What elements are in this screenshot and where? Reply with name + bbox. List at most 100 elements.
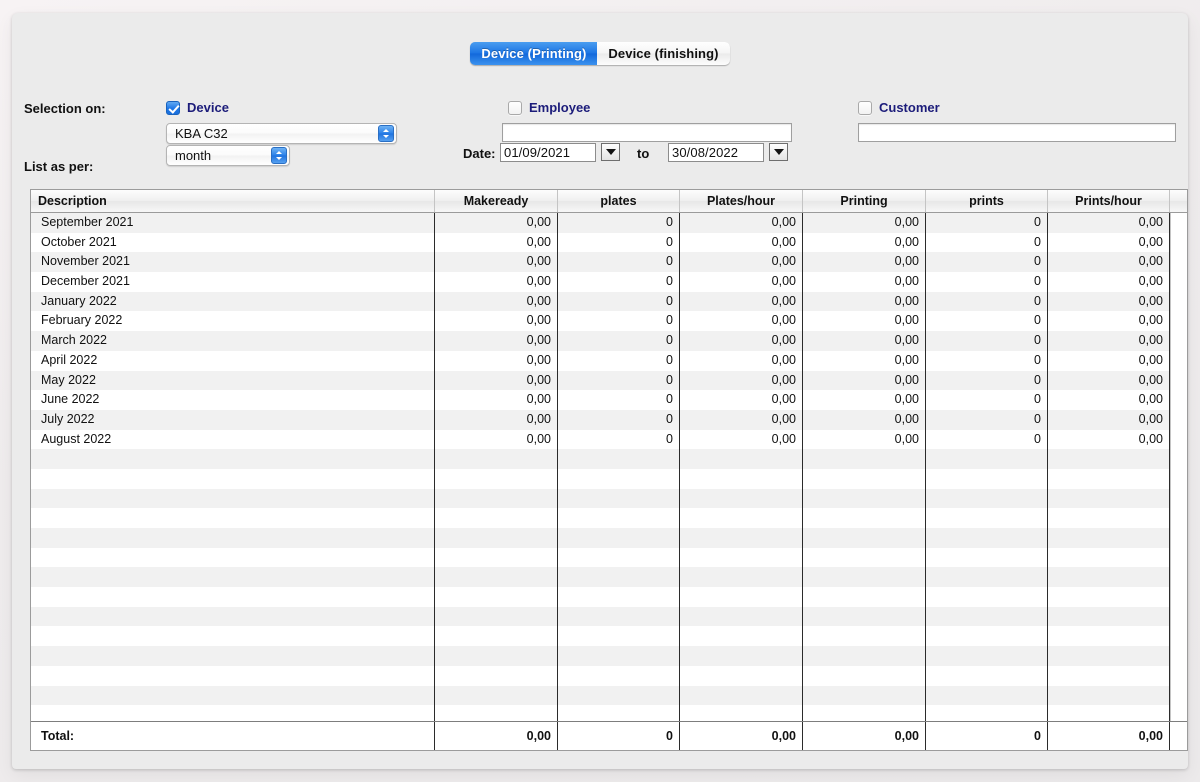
column-header-plates[interactable]: plates <box>558 190 680 212</box>
table-row[interactable] <box>31 646 1187 666</box>
cell-prints: 0 <box>926 331 1048 351</box>
cell-plates_hour <box>680 606 803 627</box>
cell-makeready: 0,00 <box>435 291 558 312</box>
cell-description <box>31 606 435 627</box>
cell-prints <box>926 567 1048 588</box>
cell-plates_hour: 0,00 <box>680 311 803 332</box>
table-row[interactable] <box>31 567 1187 588</box>
device-checkbox-row[interactable]: Device <box>166 100 229 115</box>
date-from-dropdown-button[interactable] <box>601 143 620 161</box>
table-row[interactable]: November 2021 0,00 0 0,00 0,00 0 0,00 <box>31 252 1187 273</box>
total-plates_hour: 0,00 <box>680 722 803 750</box>
date-to-dropdown-button[interactable] <box>769 143 788 161</box>
table-row[interactable]: February 2022 0,00 0 0,00 0,00 0 0,00 <box>31 311 1187 332</box>
column-header-description[interactable]: Description <box>31 190 435 212</box>
column-header-prints[interactable]: prints <box>926 190 1048 212</box>
cell-plates_hour <box>680 528 803 548</box>
cell-printing <box>803 488 926 509</box>
table-row[interactable] <box>31 547 1187 568</box>
cell-prints <box>926 488 1048 509</box>
date-to-input[interactable]: 30/08/2022 <box>668 143 764 162</box>
table-row[interactable] <box>31 488 1187 509</box>
table-row[interactable] <box>31 626 1187 647</box>
cell-makeready <box>435 587 558 607</box>
cell-plates_hour: 0,00 <box>680 232 803 253</box>
cell-plates <box>558 685 680 706</box>
table-row[interactable]: June 2022 0,00 0 0,00 0,00 0 0,00 <box>31 390 1187 410</box>
column-header-prints_hour[interactable]: Prints/hour <box>1048 190 1170 212</box>
cell-plates_hour <box>680 705 803 721</box>
employee-checkbox-row[interactable]: Employee <box>508 100 590 115</box>
cell-prints_hour: 0,00 <box>1048 213 1170 233</box>
cell-plates: 0 <box>558 272 680 292</box>
cell-plates_hour: 0,00 <box>680 409 803 430</box>
table-row[interactable] <box>31 508 1187 528</box>
cell-plates <box>558 528 680 548</box>
table-row[interactable] <box>31 665 1187 686</box>
cell-prints <box>926 685 1048 706</box>
cell-prints_hour <box>1048 508 1170 528</box>
cell-prints <box>926 508 1048 528</box>
cell-prints_hour: 0,00 <box>1048 232 1170 253</box>
cell-description <box>31 587 435 607</box>
table-row[interactable]: July 2022 0,00 0 0,00 0,00 0 0,00 <box>31 409 1187 430</box>
table-row[interactable]: August 2022 0,00 0 0,00 0,00 0 0,00 <box>31 429 1187 450</box>
tab-group: Device (Printing) Device (finishing) <box>470 42 730 65</box>
table-row[interactable] <box>31 606 1187 627</box>
cell-prints <box>926 705 1048 721</box>
column-header-printing[interactable]: Printing <box>803 190 926 212</box>
cell-description: January 2022 <box>31 291 435 312</box>
customer-input[interactable] <box>858 123 1176 142</box>
cell-plates_hour: 0,00 <box>680 272 803 292</box>
table-row[interactable] <box>31 528 1187 548</box>
cell-makeready: 0,00 <box>435 272 558 292</box>
cell-makeready <box>435 508 558 528</box>
cell-prints: 0 <box>926 213 1048 233</box>
table-row[interactable]: April 2022 0,00 0 0,00 0,00 0 0,00 <box>31 350 1187 371</box>
table-row[interactable] <box>31 685 1187 706</box>
column-header-makeready[interactable]: Makeready <box>435 190 558 212</box>
date-from-input[interactable]: 01/09/2021 <box>500 143 596 162</box>
table-row[interactable] <box>31 705 1187 721</box>
cell-description: December 2021 <box>31 272 435 292</box>
cell-plates <box>558 705 680 721</box>
cell-makeready <box>435 567 558 588</box>
cell-plates <box>558 587 680 607</box>
table-row[interactable]: September 2021 0,00 0 0,00 0,00 0 0,00 <box>31 213 1187 233</box>
total-gutter <box>1170 722 1187 750</box>
cell-prints: 0 <box>926 390 1048 410</box>
tab-device-printing[interactable]: Device (Printing) <box>470 42 598 65</box>
table-row[interactable]: December 2021 0,00 0 0,00 0,00 0 0,00 <box>31 272 1187 292</box>
customer-checkbox[interactable] <box>858 100 872 115</box>
column-header-plates_hour[interactable]: Plates/hour <box>680 190 803 212</box>
employee-input[interactable] <box>502 123 792 142</box>
cell-printing: 0,00 <box>803 409 926 430</box>
cell-plates <box>558 665 680 686</box>
customer-checkbox-label: Customer <box>879 100 940 115</box>
device-checkbox[interactable] <box>166 100 180 115</box>
cell-makeready <box>435 606 558 627</box>
table-row[interactable]: October 2021 0,00 0 0,00 0,00 0 0,00 <box>31 232 1187 253</box>
vertical-scrollbar[interactable] <box>1170 213 1187 721</box>
cell-makeready: 0,00 <box>435 213 558 233</box>
main-panel: Device (Printing) Device (finishing) Sel… <box>12 13 1188 769</box>
cell-plates: 0 <box>558 311 680 332</box>
report-table: Description Makeready plates Plates/hour Pri… <box>30 189 1188 751</box>
cell-plates_hour <box>680 626 803 647</box>
table-row[interactable] <box>31 468 1187 489</box>
cell-plates <box>558 567 680 588</box>
customer-checkbox-row[interactable]: Customer <box>858 100 940 115</box>
chevron-down-icon <box>605 149 616 155</box>
table-row[interactable]: March 2022 0,00 0 0,00 0,00 0 0,00 <box>31 331 1187 351</box>
cell-description <box>31 646 435 666</box>
table-row[interactable]: January 2022 0,00 0 0,00 0,00 0 0,00 <box>31 291 1187 312</box>
employee-checkbox[interactable] <box>508 100 522 115</box>
device-select[interactable]: KBA C32 <box>166 123 397 144</box>
table-row[interactable]: May 2022 0,00 0 0,00 0,00 0 0,00 <box>31 370 1187 391</box>
table-row[interactable] <box>31 449 1187 469</box>
list-as-per-select[interactable]: month <box>166 145 290 166</box>
cell-makeready: 0,00 <box>435 390 558 410</box>
table-row[interactable] <box>31 587 1187 607</box>
cell-prints_hour: 0,00 <box>1048 272 1170 292</box>
tab-device-finishing[interactable]: Device (finishing) <box>597 42 730 65</box>
